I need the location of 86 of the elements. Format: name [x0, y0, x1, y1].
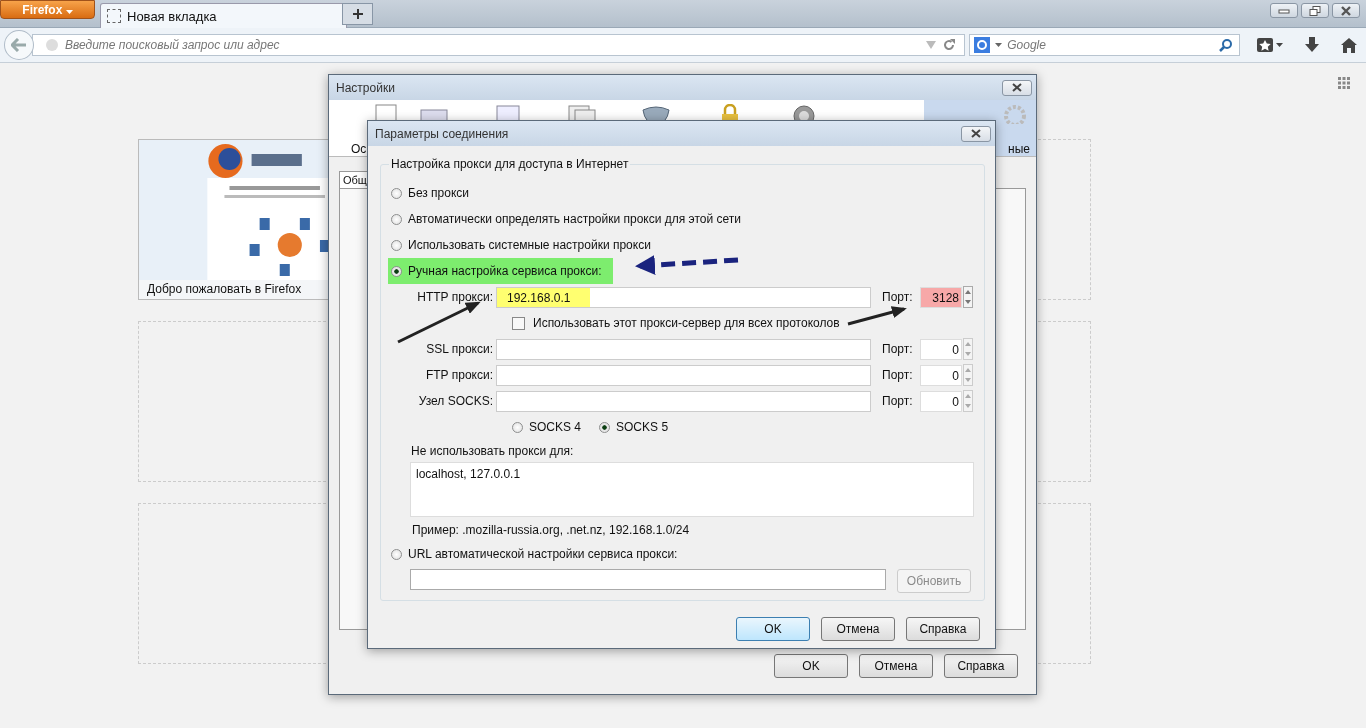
- dialog-title: Параметры соединения: [375, 126, 509, 141]
- dialog-button[interactable]: Отмена: [859, 654, 933, 678]
- port-field[interactable]: 0: [920, 364, 962, 386]
- input-field[interactable]: [496, 338, 871, 360]
- field-label: Порт:: [882, 368, 914, 382]
- search-placeholder: Google: [1007, 38, 1046, 52]
- input-field[interactable]: [496, 390, 871, 412]
- minimize-icon: [1278, 6, 1290, 15]
- dialog-button[interactable]: Справка: [944, 654, 1018, 678]
- close-button[interactable]: [1332, 3, 1360, 18]
- field-label: Порт:: [882, 290, 914, 304]
- spinner-icon[interactable]: [963, 338, 973, 360]
- restore-icon: [1309, 5, 1321, 16]
- dialog-button[interactable]: OK: [736, 617, 810, 641]
- field-label: Не использовать прокси для:: [410, 443, 575, 460]
- thumbnail-caption: Добро пожаловать в Firefox: [139, 280, 330, 299]
- radio-button[interactable]: [391, 265, 402, 277]
- radio-button[interactable]: [391, 187, 402, 199]
- blank-page-icon: [107, 9, 121, 23]
- radio-button[interactable]: [391, 239, 402, 251]
- field-label: Порт:: [882, 342, 914, 356]
- hint-text: Пример: .mozilla-russia.org, .net.nz, 192.168.1.0/24: [411, 522, 691, 539]
- reload-icon[interactable]: [942, 38, 957, 52]
- port-field[interactable]: 3128: [920, 286, 962, 308]
- tab-title: Новая вкладка: [127, 8, 217, 24]
- home-icon: [1341, 37, 1357, 53]
- star-icon: [1257, 38, 1283, 52]
- field-label: HTTP прокси:: [416, 290, 493, 304]
- option-label: SOCKS 5: [616, 420, 669, 434]
- panel-tab[interactable]: Общ: [339, 171, 370, 188]
- spinner-icon[interactable]: [963, 364, 973, 386]
- option-label: URL автоматической настройки сервиса прокси:: [408, 547, 678, 561]
- field-label: Порт:: [882, 394, 914, 408]
- browser-tab[interactable]: Новая вкладка: [100, 3, 347, 28]
- dialog-button[interactable]: Справка: [906, 617, 980, 641]
- field-value: 192.168.0.1: [497, 287, 591, 307]
- dialog-button[interactable]: Отмена: [821, 617, 895, 641]
- site-thumbnail[interactable]: Добро пожаловать в Firefox: [138, 139, 331, 300]
- dialog-button[interactable]: OK: [774, 654, 848, 678]
- plus-icon: [351, 8, 364, 20]
- option-label: Использовать системные настройки прокси: [408, 238, 651, 252]
- search-engine-icon[interactable]: [974, 37, 991, 53]
- checkbox-label: Использовать этот прокси-сервер для всех протоколов: [533, 316, 840, 330]
- back-arrow-icon: [11, 38, 27, 52]
- group-title: Настройка прокси для доступа в Интернет: [389, 157, 631, 171]
- search-icon[interactable]: [1219, 38, 1233, 52]
- tab-label[interactable]: Ос: [351, 142, 367, 156]
- radio-button[interactable]: [599, 421, 611, 433]
- option-label: Автоматически определять настройки прокси для этой сети: [408, 212, 741, 226]
- option-label: Ручная настройка сервиса прокси:: [408, 264, 602, 278]
- new-tab-button[interactable]: [342, 3, 373, 25]
- radio-button[interactable]: [391, 213, 402, 225]
- caret-icon[interactable]: [995, 43, 1003, 47]
- close-button[interactable]: [961, 125, 991, 142]
- port-field[interactable]: 0: [920, 390, 962, 412]
- checkbox[interactable]: [512, 316, 525, 330]
- spinner-icon[interactable]: [963, 286, 973, 308]
- search-field[interactable]: Google: [969, 34, 1240, 56]
- back-button[interactable]: [4, 30, 34, 60]
- globe-icon: [45, 38, 59, 52]
- caret-icon: [65, 9, 73, 14]
- restore-button[interactable]: [1301, 3, 1329, 18]
- address-field[interactable]: Введите поисковый запрос или адрес: [32, 34, 966, 56]
- input-field[interactable]: [410, 569, 886, 590]
- option-label: Без прокси: [408, 186, 470, 200]
- close-icon: [970, 129, 982, 138]
- input-field[interactable]: 192.168.0.1: [496, 286, 871, 308]
- window-title: Настройки: [336, 80, 395, 95]
- field-label: SSL прокси:: [425, 342, 493, 356]
- radio-button[interactable]: [512, 421, 523, 433]
- arrow: [847, 306, 907, 326]
- spinner-icon[interactable]: [963, 390, 973, 412]
- close-icon: [1011, 83, 1023, 92]
- close-button[interactable]: [1002, 79, 1032, 96]
- input-field[interactable]: [496, 364, 871, 386]
- address-placeholder: Введите поисковый запрос или адрес: [65, 38, 280, 52]
- field-label: Узел SOCKS:: [417, 394, 493, 408]
- port-field[interactable]: 0: [920, 338, 962, 360]
- option-label: SOCKS 4: [529, 420, 582, 434]
- tab-label: ные: [1008, 142, 1030, 156]
- text-area[interactable]: localhost, 127.0.0.1: [410, 462, 974, 517]
- radio-button[interactable]: [391, 548, 402, 560]
- download-icon: [1305, 37, 1319, 53]
- grid-icon[interactable]: [1338, 77, 1350, 89]
- field-label: FTP прокси:: [424, 368, 493, 382]
- close-icon: [1340, 5, 1352, 16]
